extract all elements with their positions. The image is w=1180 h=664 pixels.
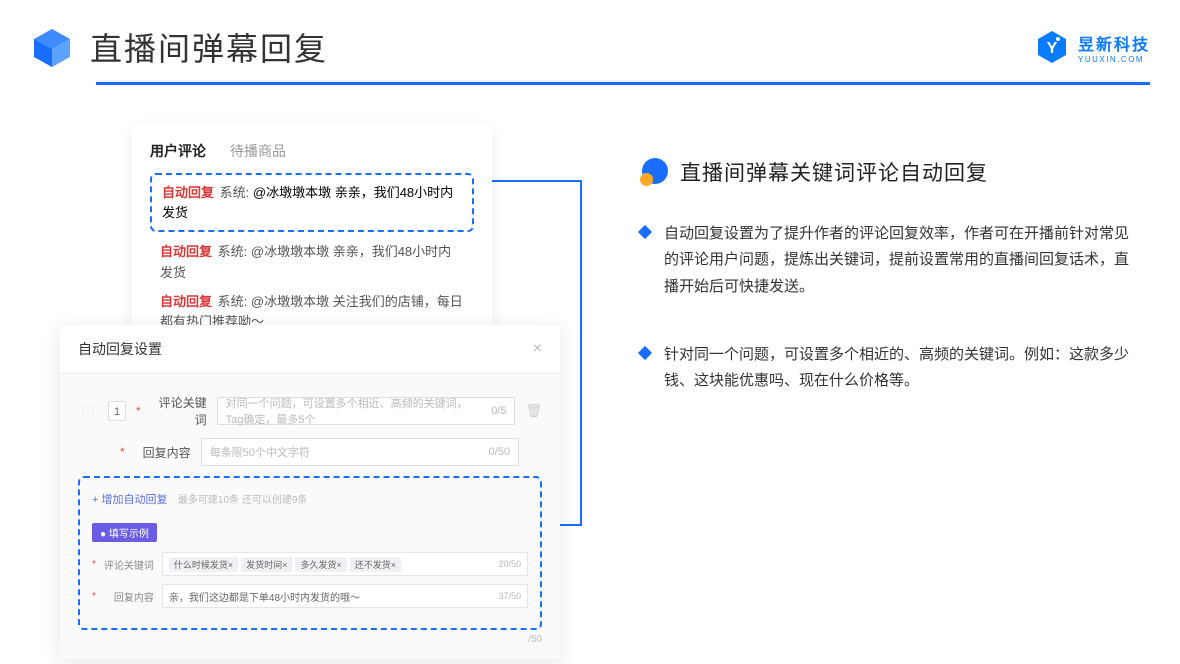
example-content-label: 回复内容 bbox=[104, 589, 154, 604]
brand-logo: Y 昱新科技 YUUXIN.COM bbox=[1034, 29, 1150, 65]
char-count: /50 bbox=[78, 634, 542, 645]
example-keyword-label: 评论关键词 bbox=[104, 557, 154, 572]
char-count: 0/50 bbox=[489, 446, 510, 458]
keyword-label: 评论关键词 bbox=[151, 394, 207, 428]
comments-card: 用户评论 待播商品 自动回复 系统: @冰墩墩本墩 亲亲，我们48小时内发货 自… bbox=[132, 125, 492, 357]
highlighted-comment: 自动回复 系统: @冰墩墩本墩 亲亲，我们48小时内发货 bbox=[150, 173, 474, 232]
required-star: * bbox=[92, 591, 96, 602]
example-keyword-input[interactable]: 什么时候发货× 发货时间× 多久发货× 还不发货× 20/50 bbox=[162, 552, 528, 576]
content-input[interactable]: 每条限50个中文字符 0/50 bbox=[201, 438, 519, 466]
add-auto-reply-link[interactable]: + 增加自动回复 bbox=[92, 491, 167, 507]
required-star: * bbox=[92, 559, 96, 570]
system-label: 系统: bbox=[218, 244, 248, 259]
keyword-tag[interactable]: 什么时候发货× bbox=[169, 557, 238, 572]
required-star: * bbox=[136, 404, 141, 418]
tab-user-comments[interactable]: 用户评论 bbox=[150, 141, 206, 161]
logo-text-en: YUUXIN.COM bbox=[1078, 55, 1150, 64]
bullet-text: 自动回复设置为了提升作者的评论回复效率，作者可在开播前针对常见的评论用户问题，提… bbox=[664, 221, 1130, 300]
example-badge: ● 填写示例 bbox=[92, 523, 157, 542]
cube-icon bbox=[30, 25, 74, 69]
example-content-input[interactable]: 亲，我们这边都是下单48小时内发货的哦～ 37/50 bbox=[162, 584, 528, 608]
tab-pending-goods[interactable]: 待播商品 bbox=[230, 141, 286, 161]
page-title: 直播间弹幕回复 bbox=[90, 24, 328, 70]
close-icon[interactable]: × bbox=[533, 340, 542, 358]
example-highlight-box: + 增加自动回复 最多可建10条 还可以创建9条 ● 填写示例 * 评论关键词 … bbox=[78, 476, 542, 630]
connector-line bbox=[490, 180, 582, 182]
svg-text:Y: Y bbox=[1047, 40, 1058, 57]
keyword-tag[interactable]: 还不发货× bbox=[350, 557, 401, 572]
content-label: 回复内容 bbox=[135, 444, 191, 461]
logo-text-cn: 昱新科技 bbox=[1078, 31, 1150, 55]
bubble-icon bbox=[640, 158, 668, 186]
diamond-icon bbox=[638, 346, 652, 360]
char-count: 0/5 bbox=[491, 405, 506, 417]
add-hint: 最多可建10条 还可以创建9条 bbox=[178, 495, 307, 506]
keyword-tag[interactable]: 发货时间× bbox=[241, 557, 292, 572]
auto-reply-badge: 自动回复 bbox=[162, 185, 214, 200]
section-title: 直播间弹幕关键词评论自动回复 bbox=[680, 157, 988, 187]
connector-line bbox=[580, 180, 582, 526]
required-star: * bbox=[120, 445, 125, 459]
trash-icon[interactable]: 🗑 bbox=[525, 403, 542, 419]
panel-title: 自动回复设置 bbox=[78, 339, 162, 359]
auto-reply-settings-panel: 自动回复设置 × ⋮⋮ 1 * 评论关键词 对同一个问题，可设置多个相近、高频的… bbox=[60, 325, 560, 659]
char-count: 37/50 bbox=[498, 591, 521, 601]
comment-row: 自动回复 系统: @冰墩墩本墩 亲亲，我们48小时内发货 bbox=[150, 242, 474, 284]
char-count: 20/50 bbox=[498, 559, 521, 569]
diamond-icon bbox=[638, 225, 652, 239]
bullet-text: 针对同一个问题，可设置多个相近的、高频的关键词。例如：这款多少钱、这块能优惠吗、… bbox=[664, 342, 1130, 395]
keyword-input[interactable]: 对同一个问题，可设置多个相近、高频的关键词，Tag确定，最多5个 0/5 bbox=[217, 397, 516, 425]
auto-reply-badge: 自动回复 bbox=[160, 244, 212, 259]
auto-reply-badge: 自动回复 bbox=[160, 294, 212, 309]
system-label: 系统: bbox=[220, 185, 250, 200]
row-number: 1 bbox=[108, 401, 126, 421]
bullet-item: 针对同一个问题，可设置多个相近的、高频的关键词。例如：这款多少钱、这块能优惠吗、… bbox=[640, 342, 1150, 395]
bullet-item: 自动回复设置为了提升作者的评论回复效率，作者可在开播前针对常见的评论用户问题，提… bbox=[640, 221, 1150, 300]
system-label: 系统: bbox=[218, 294, 248, 309]
keyword-tag[interactable]: 多久发货× bbox=[295, 557, 346, 572]
